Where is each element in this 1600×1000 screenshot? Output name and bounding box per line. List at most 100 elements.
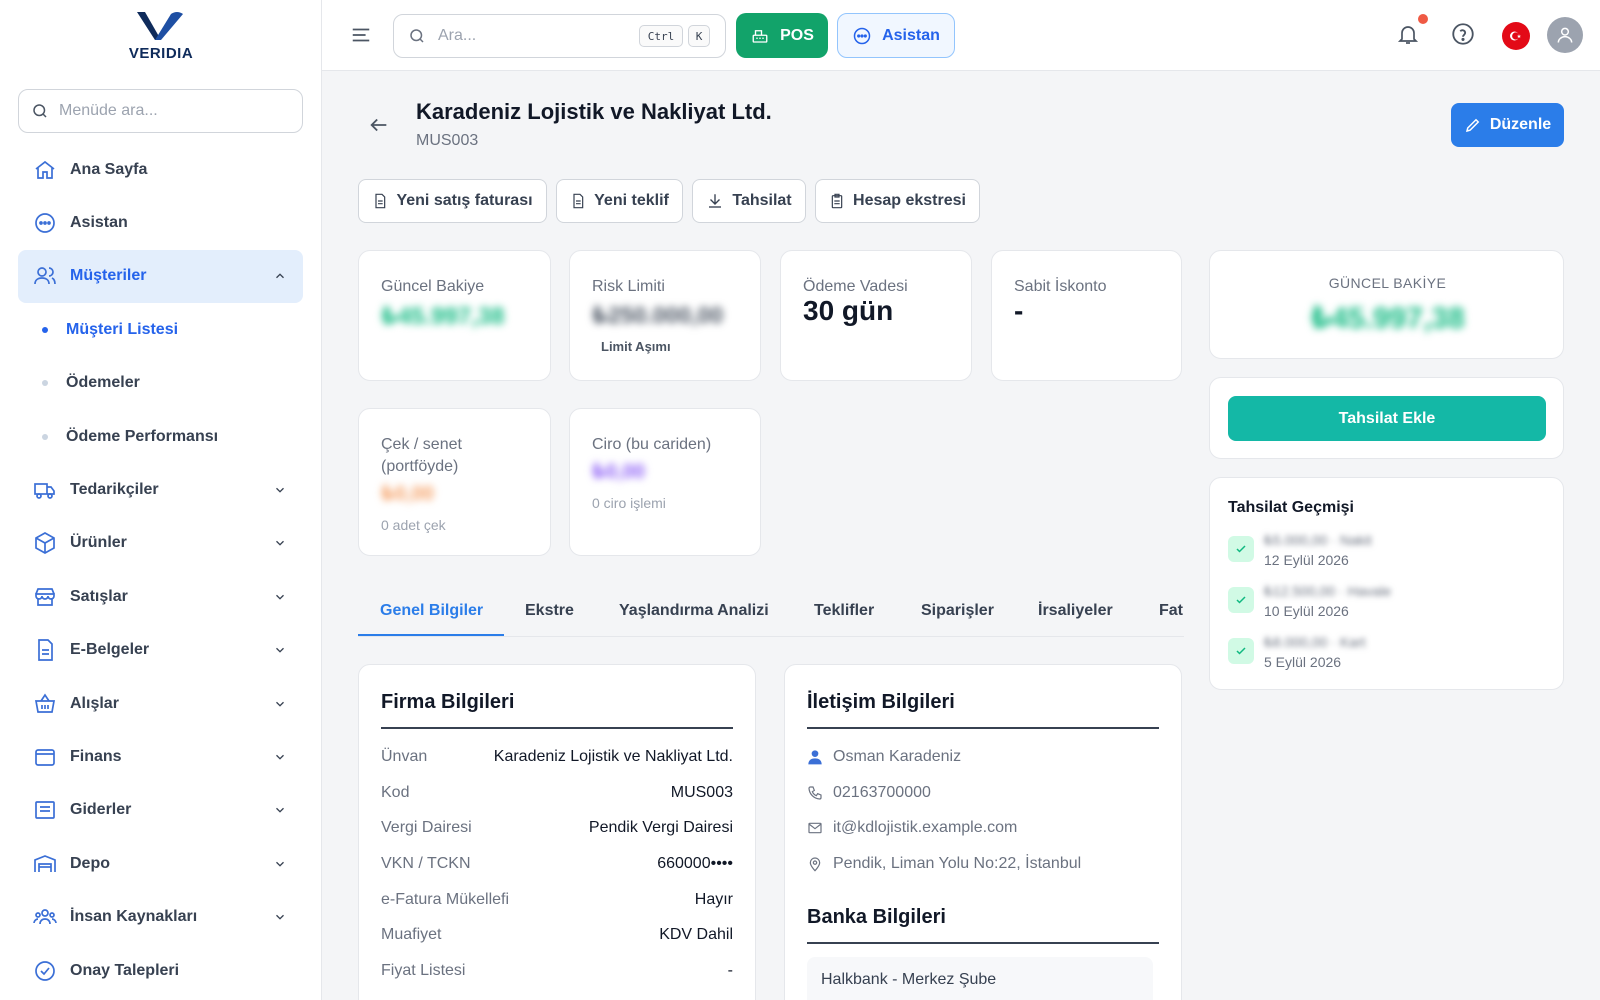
bullet-dot: [42, 380, 48, 387]
pos-button[interactable]: POS: [736, 13, 828, 58]
brand-logo[interactable]: VERIDIA: [0, 8, 322, 62]
topbar: Ara... Ctrl K POS Asistan: [322, 0, 1600, 71]
sidebar-item-ana-sayfa[interactable]: Ana Sayfa: [18, 143, 303, 196]
sidebar-item-tedarikciler[interactable]: Tedarikçiler: [18, 463, 303, 516]
new-quote-button[interactable]: Yeni teklif: [556, 179, 683, 223]
contact-email-row[interactable]: it@kdlojistik.example.com: [807, 810, 1017, 846]
section-divider: [381, 727, 733, 729]
search-icon: [33, 104, 47, 118]
new-sales-invoice-button[interactable]: Yeni satış faturası: [358, 179, 547, 223]
tab-yaslandirma-analizi[interactable]: Yaşlandırma Analizi: [619, 585, 769, 636]
kbd-k: K: [688, 25, 710, 47]
sidebar-item-satislar[interactable]: Satışlar: [18, 570, 303, 623]
asistan-button[interactable]: Asistan: [837, 13, 955, 58]
box-icon: [32, 530, 58, 556]
turkey-flag-icon[interactable]: [1502, 22, 1530, 50]
sidebar-subitem-label: Ödemeler: [66, 374, 140, 392]
tab-faturalar[interactable]: Fat: [1159, 585, 1183, 636]
action-label: Tahsilat: [732, 192, 792, 209]
info-row: Kod MUS003: [381, 775, 733, 811]
section-divider: [807, 727, 1159, 729]
history-item[interactable]: ₺5.000,00 · Nakit 12 Eylül 2026: [1228, 532, 1372, 568]
pos-button-label: POS: [780, 26, 814, 44]
sidebar-subitem-odemeler[interactable]: Ödemeler: [18, 357, 303, 410]
search-icon: [410, 29, 424, 43]
history-item[interactable]: ₺8.000,00 · Kart 5 Eylül 2026: [1228, 634, 1366, 670]
history-amount-blurred: ₺5.000,00 · Nakit: [1264, 532, 1372, 548]
pencil-icon: [1465, 118, 1480, 133]
team-icon: [32, 904, 58, 930]
account-statement-button[interactable]: Hesap ekstresi: [815, 179, 980, 223]
section-title: İletişim Bilgileri: [807, 691, 955, 713]
sidebar-item-label: Alışlar: [70, 694, 119, 712]
stat-note: 0 ciro işlemi: [592, 495, 666, 511]
avatar[interactable]: [1547, 17, 1583, 53]
info-key: Fiyat Listesi: [381, 961, 466, 979]
stat-label-line: Çek / senet: [381, 436, 462, 453]
tab-siparisler[interactable]: Siparişler: [921, 585, 994, 636]
sidebar-item-e-belgeler[interactable]: E-Belgeler: [18, 624, 303, 677]
stat-card-balance: Güncel Bakiye ₺45.997,38: [358, 250, 551, 381]
sidebar-item-depo[interactable]: Depo: [18, 837, 303, 890]
info-row: Muafiyet KDV Dahil: [381, 917, 733, 953]
sidebar-item-urunler[interactable]: Ürünler: [18, 517, 303, 570]
tab-irsaliyeler[interactable]: İrsaliyeler: [1038, 585, 1113, 636]
menu-search-input[interactable]: Menüde ara...: [18, 89, 303, 133]
customer-code: MUS003: [416, 132, 479, 149]
collection-card: Tahsilat Ekle: [1209, 377, 1564, 459]
veridia-logo-icon: [137, 12, 183, 40]
brand-name: VERIDIA: [128, 45, 194, 62]
history-item[interactable]: ₺12.500,00 · Havale 10 Eylül 2026: [1228, 583, 1391, 619]
menu-icon[interactable]: [350, 24, 372, 46]
download-icon: [709, 194, 722, 208]
info-value: -: [727, 961, 733, 979]
check-circle-icon: [32, 958, 58, 984]
stat-card-cheques: Çek / senet (portföyde) ₺0,00 0 adet çek: [358, 408, 551, 556]
sidebar-item-asistan[interactable]: Asistan: [18, 196, 303, 249]
help-icon[interactable]: [1450, 21, 1476, 47]
global-search-input[interactable]: Ara... Ctrl K: [393, 14, 726, 58]
bank-account-item: Halkbank - Merkez Şube: [807, 957, 1153, 1000]
menu-search-placeholder: Menüde ara...: [59, 102, 158, 119]
history-date: 10 Eylül 2026: [1264, 603, 1349, 619]
history-date: 12 Eylül 2026: [1264, 552, 1349, 568]
sidebar-subitem-musteri-listesi[interactable]: Müşteri Listesi: [18, 303, 303, 356]
sidebar-subitem-odeme-performansi[interactable]: Ödeme Performansı: [18, 410, 303, 463]
stat-value: -: [1014, 295, 1024, 326]
contact-person-row: Osman Karadeniz: [807, 739, 961, 775]
tab-ekstre[interactable]: Ekstre: [525, 585, 574, 636]
receipt-icon: [32, 797, 58, 823]
info-row: Vergi Dairesi Pendik Vergi Dairesi: [381, 810, 733, 846]
info-row: Ünvan Karadeniz Lojistik ve Nakliyat Ltd.: [381, 739, 733, 775]
chat-icon: [853, 27, 871, 44]
document-icon: [375, 193, 386, 209]
bell-icon[interactable]: [1396, 21, 1420, 47]
contact-phone-row[interactable]: 02163700000: [807, 775, 931, 811]
sidebar-item-onay-talepleri[interactable]: Onay Talepleri: [18, 944, 303, 997]
sidebar-item-label: Finans: [70, 747, 122, 765]
stat-card-risk-limit: Risk Limiti ₺250.000,00 Limit Aşımı: [569, 250, 761, 381]
document-icon: [32, 637, 58, 663]
sidebar-item-label: Müşteriler: [70, 267, 147, 285]
limit-exceeded-badge: Limit Aşımı: [601, 339, 671, 354]
history-amount-blurred: ₺8.000,00 · Kart: [1264, 634, 1366, 650]
sidebar-item-finans[interactable]: Finans: [18, 730, 303, 783]
sidebar-item-label: Onay Talepleri: [70, 961, 180, 979]
sidebar-item-alislar[interactable]: Alışlar: [18, 677, 303, 730]
sidebar-item-insan-kaynaklari[interactable]: İnsan Kaynakları: [18, 890, 303, 943]
sidebar-item-musteriler[interactable]: Müşteriler: [18, 249, 303, 304]
tab-genel-bilgiler[interactable]: Genel Bilgiler: [380, 585, 483, 636]
info-row: VKN / TCKN 660000••••: [381, 846, 733, 882]
sidebar-item-giderler[interactable]: Giderler: [18, 784, 303, 837]
back-arrow-icon[interactable]: [368, 114, 390, 136]
info-value: 660000••••: [657, 854, 733, 872]
stat-note: 0 adet çek: [381, 517, 446, 533]
chevron-down-icon: [273, 750, 287, 764]
edit-button[interactable]: Düzenle: [1451, 103, 1564, 147]
company-info-card: Firma Bilgileri Ünvan Karadeniz Lojistik …: [358, 664, 756, 1000]
page-title: Karadeniz Lojistik ve Nakliyat Ltd.: [416, 99, 772, 124]
collection-button[interactable]: Tahsilat: [692, 179, 806, 223]
tab-teklifler[interactable]: Teklifler: [814, 585, 874, 636]
history-amount-blurred: ₺12.500,00 · Havale: [1264, 583, 1392, 599]
add-collection-button[interactable]: Tahsilat Ekle: [1228, 396, 1546, 441]
